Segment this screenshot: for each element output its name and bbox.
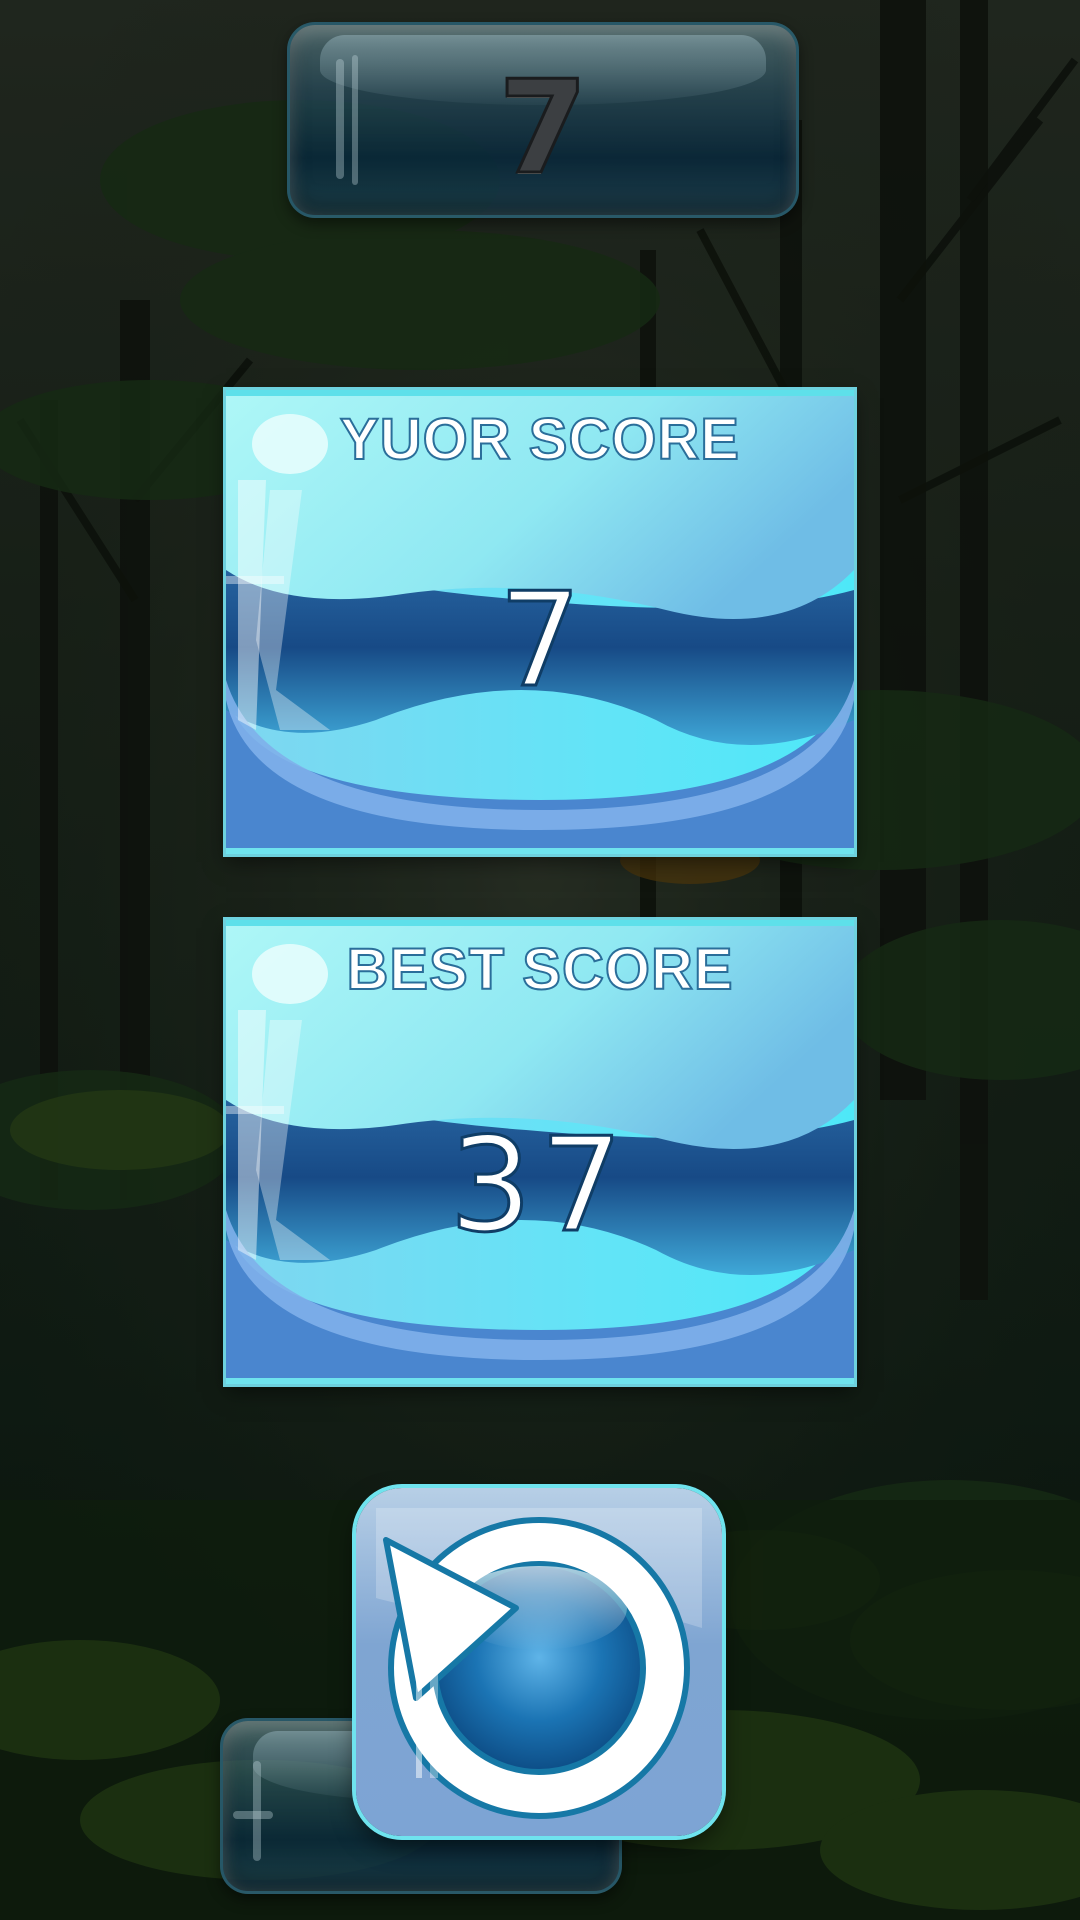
your-score-label: YUOR SCORE (339, 407, 740, 473)
restart-icon (376, 1508, 702, 1819)
current-score-value: 7 (497, 54, 589, 203)
best-score-value: 37 (448, 1109, 631, 1261)
current-score-panel: 7 (287, 22, 799, 218)
your-score-card: YUOR SCORE 7 (226, 390, 854, 854)
best-score-label: BEST SCORE (345, 937, 734, 1003)
panel-glint (233, 1811, 273, 1819)
your-score-value: 7 (497, 564, 583, 716)
restart-button[interactable] (356, 1488, 722, 1836)
best-score-card: BEST SCORE 37 (226, 920, 854, 1384)
